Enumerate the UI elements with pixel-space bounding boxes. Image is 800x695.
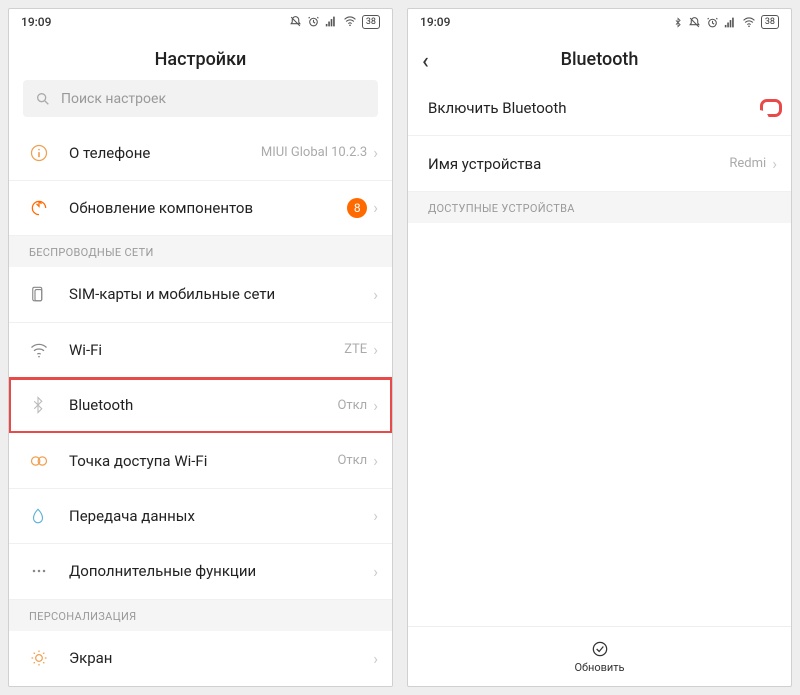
row-enable-bluetooth[interactable]: Включить Bluetooth — [408, 80, 791, 136]
row-label: Wi-Fi — [69, 341, 344, 359]
wifi-icon — [29, 340, 49, 360]
wifi-status-icon — [742, 16, 756, 29]
phone-settings: 19:09 38 Настройки Поиск настроек — [8, 8, 393, 687]
row-data[interactable]: Передача данных › — [9, 489, 392, 544]
sim-icon — [29, 285, 47, 303]
status-right: 38 — [673, 15, 779, 29]
chevron-right-icon: › — [373, 285, 378, 304]
alarm-icon — [706, 16, 719, 29]
section-personal: ПЕРСОНАЛИЗАЦИЯ — [9, 600, 392, 631]
row-bluetooth[interactable]: Bluetooth Откл › — [9, 378, 392, 433]
section-available: ДОСТУПНЫЕ УСТРОЙСТВА — [408, 192, 791, 223]
info-icon — [29, 143, 49, 163]
chevron-right-icon: › — [373, 340, 378, 359]
row-label: Обновление компонентов — [69, 199, 347, 217]
dnd-icon — [688, 16, 701, 29]
back-button[interactable]: ‹ — [422, 49, 429, 74]
row-value: Откл — [337, 453, 367, 468]
hotspot-icon — [29, 451, 49, 471]
row-value: ZTE — [344, 342, 367, 357]
chevron-right-icon: › — [373, 506, 378, 525]
row-label: Имя устройства — [428, 155, 729, 173]
status-time: 19:09 — [420, 15, 450, 29]
row-device-name[interactable]: Имя устройства Redmi › — [408, 136, 791, 192]
available-list-empty — [408, 223, 791, 626]
status-right: 38 — [289, 15, 380, 29]
row-label: Экран — [69, 649, 373, 667]
statusbar: 19:09 38 — [9, 9, 392, 35]
row-value: Откл — [337, 398, 367, 413]
search-icon — [35, 91, 51, 107]
signal-icon — [325, 15, 338, 28]
update-icon — [29, 198, 49, 218]
row-hotspot[interactable]: Точка доступа Wi-Fi Откл › — [9, 433, 392, 488]
toggle-highlight — [765, 104, 777, 112]
chevron-right-icon: › — [772, 154, 777, 173]
chevron-right-icon: › — [373, 451, 378, 470]
row-value: MIUI Global 10.2.3 — [261, 145, 367, 160]
row-label: Bluetooth — [69, 396, 337, 414]
section-wireless: БЕСПРОВОДНЫЕ СЕТИ — [9, 236, 392, 267]
bluetooth-status-icon — [673, 16, 683, 29]
chevron-right-icon: › — [373, 649, 378, 668]
refresh-label: Обновить — [574, 661, 624, 674]
row-label: SIM-карты и мобильные сети — [69, 285, 373, 303]
row-updates[interactable]: Обновление компонентов 8 › — [9, 181, 392, 236]
bluetooth-icon — [29, 395, 47, 415]
more-icon — [29, 561, 49, 581]
updates-badge: 8 — [347, 198, 367, 218]
wifi-status-icon — [343, 15, 357, 28]
row-wifi[interactable]: Wi-Fi ZTE › — [9, 323, 392, 378]
row-about-phone[interactable]: О телефоне MIUI Global 10.2.3 › — [9, 125, 392, 180]
chevron-right-icon: › — [373, 198, 378, 217]
battery-icon: 38 — [362, 15, 380, 29]
row-more[interactable]: Дополнительные функции › — [9, 544, 392, 599]
search-placeholder: Поиск настроек — [61, 91, 166, 107]
row-value: Redmi — [729, 156, 766, 171]
display-icon — [29, 648, 49, 668]
chevron-right-icon: › — [373, 562, 378, 581]
refresh-icon — [590, 639, 610, 659]
page-title: Настройки — [9, 35, 392, 80]
data-icon — [29, 506, 47, 526]
chevron-right-icon: › — [373, 143, 378, 162]
refresh-button[interactable]: Обновить — [408, 626, 791, 686]
signal-icon — [724, 16, 737, 29]
row-label: Включить Bluetooth — [428, 99, 765, 117]
statusbar: 19:09 38 — [408, 9, 791, 35]
chevron-right-icon: › — [373, 396, 378, 415]
alarm-icon — [307, 15, 320, 28]
row-label: О телефоне — [69, 144, 261, 162]
page-title: ‹ Bluetooth — [408, 35, 791, 80]
battery-icon: 38 — [761, 15, 779, 29]
header-label: Bluetooth — [561, 49, 639, 70]
row-display[interactable]: Экран › — [9, 631, 392, 686]
row-label: Передача данных — [69, 507, 373, 525]
row-label: Точка доступа Wi-Fi — [69, 452, 337, 470]
row-sim[interactable]: SIM-карты и мобильные сети › — [9, 267, 392, 322]
search-input[interactable]: Поиск настроек — [23, 80, 378, 118]
phone-bluetooth: 19:09 38 ‹ Bluetooth Включить Bluetooth — [407, 8, 792, 687]
status-time: 19:09 — [21, 15, 51, 29]
row-label: Дополнительные функции — [69, 562, 373, 580]
dnd-icon — [289, 15, 302, 28]
